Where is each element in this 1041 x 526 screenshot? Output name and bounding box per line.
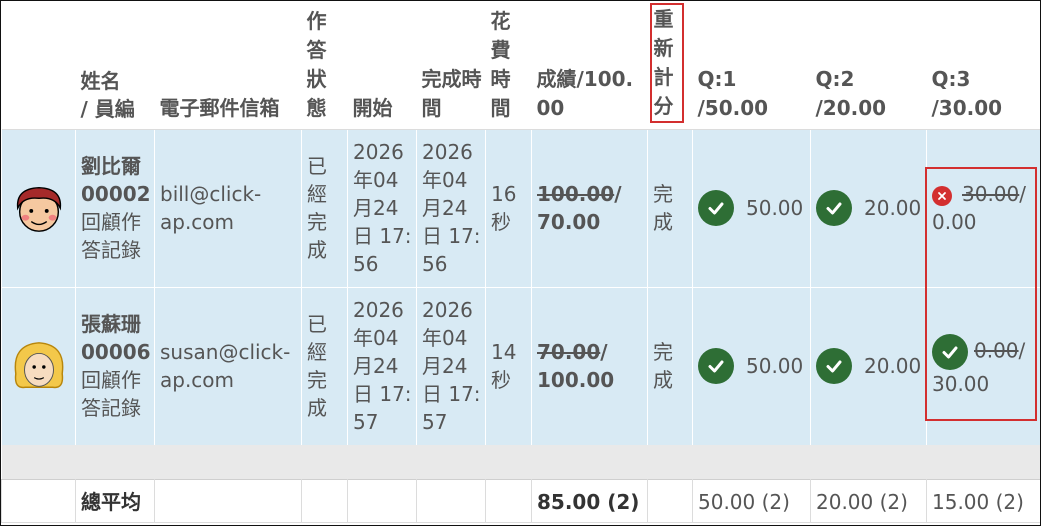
email-cell: bill@click-ap.com bbox=[154, 128, 302, 287]
check-circle-icon bbox=[932, 334, 968, 371]
q2-header[interactable]: Q:2 /20.00 bbox=[810, 1, 927, 130]
average-score: 85.00 (2) bbox=[531, 478, 648, 523]
footer-empty-cell bbox=[301, 478, 348, 523]
status-header[interactable]: 作答狀態 bbox=[301, 1, 348, 130]
score-header[interactable]: 成績/100.00 bbox=[531, 1, 648, 130]
avatar bbox=[16, 186, 61, 232]
q1-score: 50.00 bbox=[746, 196, 804, 220]
check-circle-icon bbox=[698, 348, 734, 385]
start-cell: 2026年04月24日 17:57 bbox=[347, 286, 417, 445]
avatar bbox=[14, 342, 64, 389]
footer-empty-cell bbox=[485, 478, 532, 523]
regrade-header-label: 重新計分 bbox=[649, 2, 684, 123]
check-circle-icon bbox=[816, 190, 852, 226]
average-q2: 20.00 (2) bbox=[810, 478, 927, 523]
report-frame: 姓名 / 員編 電子郵件信箱 作答狀態 開始 完成時間 花費時間 成績/100.… bbox=[0, 0, 1041, 526]
avatar-cell bbox=[1, 128, 76, 287]
average-q1: 50.00 (2) bbox=[692, 478, 811, 523]
old-score: 70.00 bbox=[537, 340, 601, 365]
old-score: 100.00 bbox=[537, 182, 615, 206]
x-circle-icon bbox=[932, 185, 952, 206]
q3-old-score: 0.00 bbox=[974, 338, 1019, 363]
name-cell: 劉比爾 00002 回顧作答記錄 bbox=[75, 128, 155, 287]
regrade-cell: 完成 bbox=[647, 128, 693, 287]
start-header[interactable]: 開始 bbox=[347, 1, 417, 130]
status-cell: 已經完成 bbox=[301, 286, 348, 445]
q1-score: 50.00 bbox=[746, 354, 804, 379]
q3-old-score: 30.00 bbox=[962, 182, 1020, 206]
review-attempt-link[interactable]: 回顧作答記錄 bbox=[81, 208, 150, 264]
score-cell[interactable]: 100.00/ 70.00 bbox=[531, 128, 648, 287]
q2-cell[interactable]: 20.00 bbox=[810, 128, 927, 287]
avatar-cell bbox=[1, 286, 76, 445]
check-circle-icon bbox=[698, 190, 734, 226]
q3-cell[interactable]: 0.00/ 30.00 bbox=[926, 286, 1040, 445]
q2-score: 20.00 bbox=[864, 354, 922, 379]
emp-no: 00002 bbox=[81, 182, 151, 206]
spacer-row bbox=[1, 445, 1040, 479]
email-header[interactable]: 電子郵件信箱 bbox=[154, 1, 302, 130]
q1-header[interactable]: Q:1 /50.00 bbox=[692, 1, 811, 130]
user-name-link[interactable]: 劉比爾 bbox=[81, 152, 150, 180]
name-header[interactable]: 姓名 / 員編 bbox=[75, 1, 155, 130]
regrade-header[interactable]: 重新計分 bbox=[647, 1, 693, 130]
duration-cell: 16 秒 bbox=[485, 128, 532, 287]
footer-empty-cell bbox=[416, 478, 486, 523]
footer-empty-cell bbox=[647, 478, 693, 523]
table-header-row: 姓名 / 員編 電子郵件信箱 作答狀態 開始 完成時間 花費時間 成績/100.… bbox=[1, 1, 1040, 130]
status-cell: 已經完成 bbox=[301, 128, 348, 287]
finish-cell: 2026年04月24日 17:57 bbox=[416, 286, 486, 445]
finish-cell: 2026年04月24日 17:56 bbox=[416, 128, 486, 287]
footer-empty-cell bbox=[1, 478, 76, 523]
start-cell: 2026年04月24日 17:56 bbox=[347, 128, 417, 287]
finish-header[interactable]: 完成時間 bbox=[416, 1, 486, 130]
footer-empty-cell bbox=[347, 478, 417, 523]
average-row: 總平均 85.00 (2) 50.00 (2) 20.00 (2) 15.00 … bbox=[1, 478, 1040, 523]
user-name-link[interactable]: 張蘇珊 bbox=[81, 310, 150, 338]
review-attempt-link[interactable]: 回顧作答記錄 bbox=[81, 366, 150, 422]
duration-header[interactable]: 花費時間 bbox=[485, 1, 532, 130]
q1-cell[interactable]: 50.00 bbox=[692, 286, 811, 445]
attempts-table: 姓名 / 員編 電子郵件信箱 作答狀態 開始 完成時間 花費時間 成績/100.… bbox=[1, 1, 1040, 523]
q1-cell[interactable]: 50.00 bbox=[692, 128, 811, 287]
table-row: 張蘇珊 00006 回顧作答記錄 susan@click-ap.com 已經完成… bbox=[1, 286, 1040, 445]
email-cell: susan@click-ap.com bbox=[154, 286, 302, 445]
name-header-label: 姓名 bbox=[80, 68, 121, 93]
duration-cell: 14 秒 bbox=[485, 286, 532, 445]
q2-score: 20.00 bbox=[864, 196, 922, 220]
emp-no-header-label: / 員編 bbox=[80, 96, 135, 121]
q3-header[interactable]: Q:3 /30.00 bbox=[926, 1, 1040, 130]
score-cell[interactable]: 70.00/ 100.00 bbox=[531, 286, 648, 445]
table-row: 劉比爾 00002 回顧作答記錄 bill@click-ap.com 已經完成 … bbox=[1, 128, 1040, 287]
average-label: 總平均 bbox=[75, 478, 155, 523]
q2-cell[interactable]: 20.00 bbox=[810, 286, 927, 445]
check-circle-icon bbox=[816, 348, 852, 385]
average-q3: 15.00 (2) bbox=[926, 478, 1040, 523]
footer-empty-cell bbox=[154, 478, 302, 523]
regrade-cell: 完成 bbox=[647, 286, 693, 445]
avatar-header bbox=[1, 1, 76, 130]
emp-no: 00006 bbox=[81, 340, 151, 365]
q3-cell[interactable]: 30.00/ 0.00 bbox=[926, 128, 1040, 287]
name-cell: 張蘇珊 00006 回顧作答記錄 bbox=[75, 286, 155, 445]
